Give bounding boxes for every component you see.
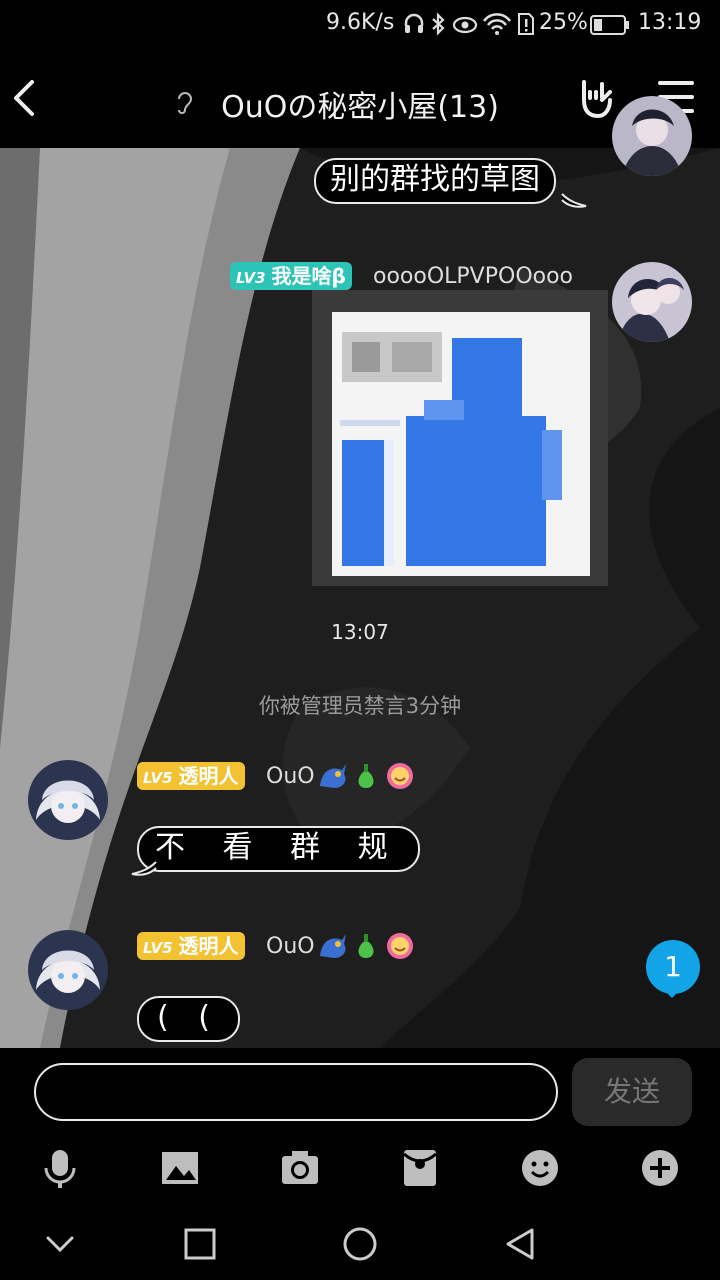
image-icon[interactable] bbox=[158, 1146, 202, 1190]
message-bubble[interactable]: 不 看 群 规 bbox=[137, 826, 420, 872]
sender-nickname: ooooOLPVPOOooo bbox=[373, 264, 574, 289]
avatar[interactable] bbox=[612, 262, 692, 342]
avatar[interactable] bbox=[28, 760, 108, 840]
network-speed: 9.6K/s bbox=[326, 10, 395, 35]
status-bar: 9.6K/s 25% 13:19 bbox=[0, 0, 720, 50]
system-notice: 你被管理员禁言3分钟 bbox=[258, 694, 462, 718]
recents-icon[interactable] bbox=[178, 1222, 222, 1266]
headset-icon bbox=[404, 13, 424, 33]
bubble-tail bbox=[131, 861, 157, 876]
sim-alert-icon bbox=[518, 13, 534, 35]
unread-count-badge[interactable]: 1 bbox=[646, 940, 700, 994]
plus-icon[interactable] bbox=[638, 1146, 682, 1190]
red-packet-icon[interactable] bbox=[398, 1146, 442, 1190]
message-bubble[interactable]: 别的群找的草图 bbox=[314, 158, 556, 204]
battery-percent: 25% bbox=[539, 10, 588, 35]
emoji-icon[interactable] bbox=[518, 1146, 562, 1190]
camera-icon[interactable] bbox=[278, 1146, 322, 1190]
bubble-tail bbox=[561, 193, 587, 208]
shared-image[interactable] bbox=[312, 290, 608, 586]
wifi-icon bbox=[482, 13, 512, 35]
bluetooth-icon bbox=[432, 12, 445, 36]
battery-icon bbox=[590, 15, 629, 35]
avatar[interactable] bbox=[28, 930, 108, 1010]
chevron-down-icon[interactable] bbox=[38, 1222, 82, 1266]
level-badge: LV3 我是啥β bbox=[230, 262, 352, 290]
eye-comfort-icon bbox=[452, 16, 478, 34]
back-icon[interactable] bbox=[498, 1222, 542, 1266]
message-input[interactable] bbox=[34, 1063, 558, 1121]
send-button[interactable]: 发送 bbox=[572, 1058, 692, 1126]
honor-icons bbox=[320, 933, 413, 959]
timestamp: 13:07 bbox=[331, 620, 389, 644]
level-badge: LV5 透明人 bbox=[137, 932, 245, 960]
message-bubble[interactable]: ( ( bbox=[137, 996, 240, 1042]
home-icon[interactable] bbox=[338, 1222, 382, 1266]
avatar[interactable] bbox=[612, 96, 692, 176]
sender-nickname: OuO bbox=[266, 934, 315, 959]
honor-icons bbox=[320, 763, 413, 789]
microphone-icon[interactable] bbox=[38, 1146, 82, 1190]
rock-hand-icon[interactable] bbox=[576, 76, 618, 120]
clock: 13:19 bbox=[638, 10, 702, 35]
badge-pointer bbox=[662, 988, 682, 998]
sender-nickname: OuO bbox=[266, 764, 315, 789]
chat-background bbox=[0, 148, 720, 1048]
level-badge: LV5 透明人 bbox=[137, 762, 245, 790]
